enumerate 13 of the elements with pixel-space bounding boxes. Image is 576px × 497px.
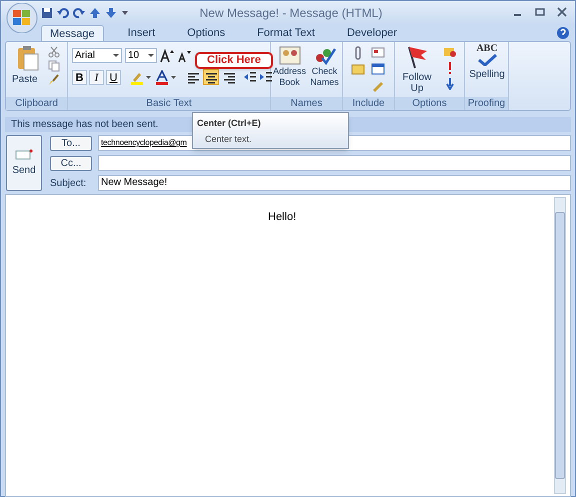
group-label: Basic Text [68, 97, 270, 110]
group-label: Include [343, 97, 394, 110]
tooltip-text: Center text. [205, 133, 252, 146]
tooltip-title: Center (Ctrl+E) [197, 117, 261, 130]
field-label: Subject: [50, 176, 88, 190]
spelling-icon-text: ABC [476, 44, 498, 54]
group-label: Options [395, 97, 464, 110]
body-text: Hello! [268, 210, 296, 225]
group-label: Clipboard [6, 97, 67, 110]
callout: Click Here [195, 52, 273, 69]
group-label: Proofing [465, 97, 508, 110]
window-title: New Message! - Message (HTML) [198, 5, 384, 22]
group-label: Names [271, 97, 342, 110]
